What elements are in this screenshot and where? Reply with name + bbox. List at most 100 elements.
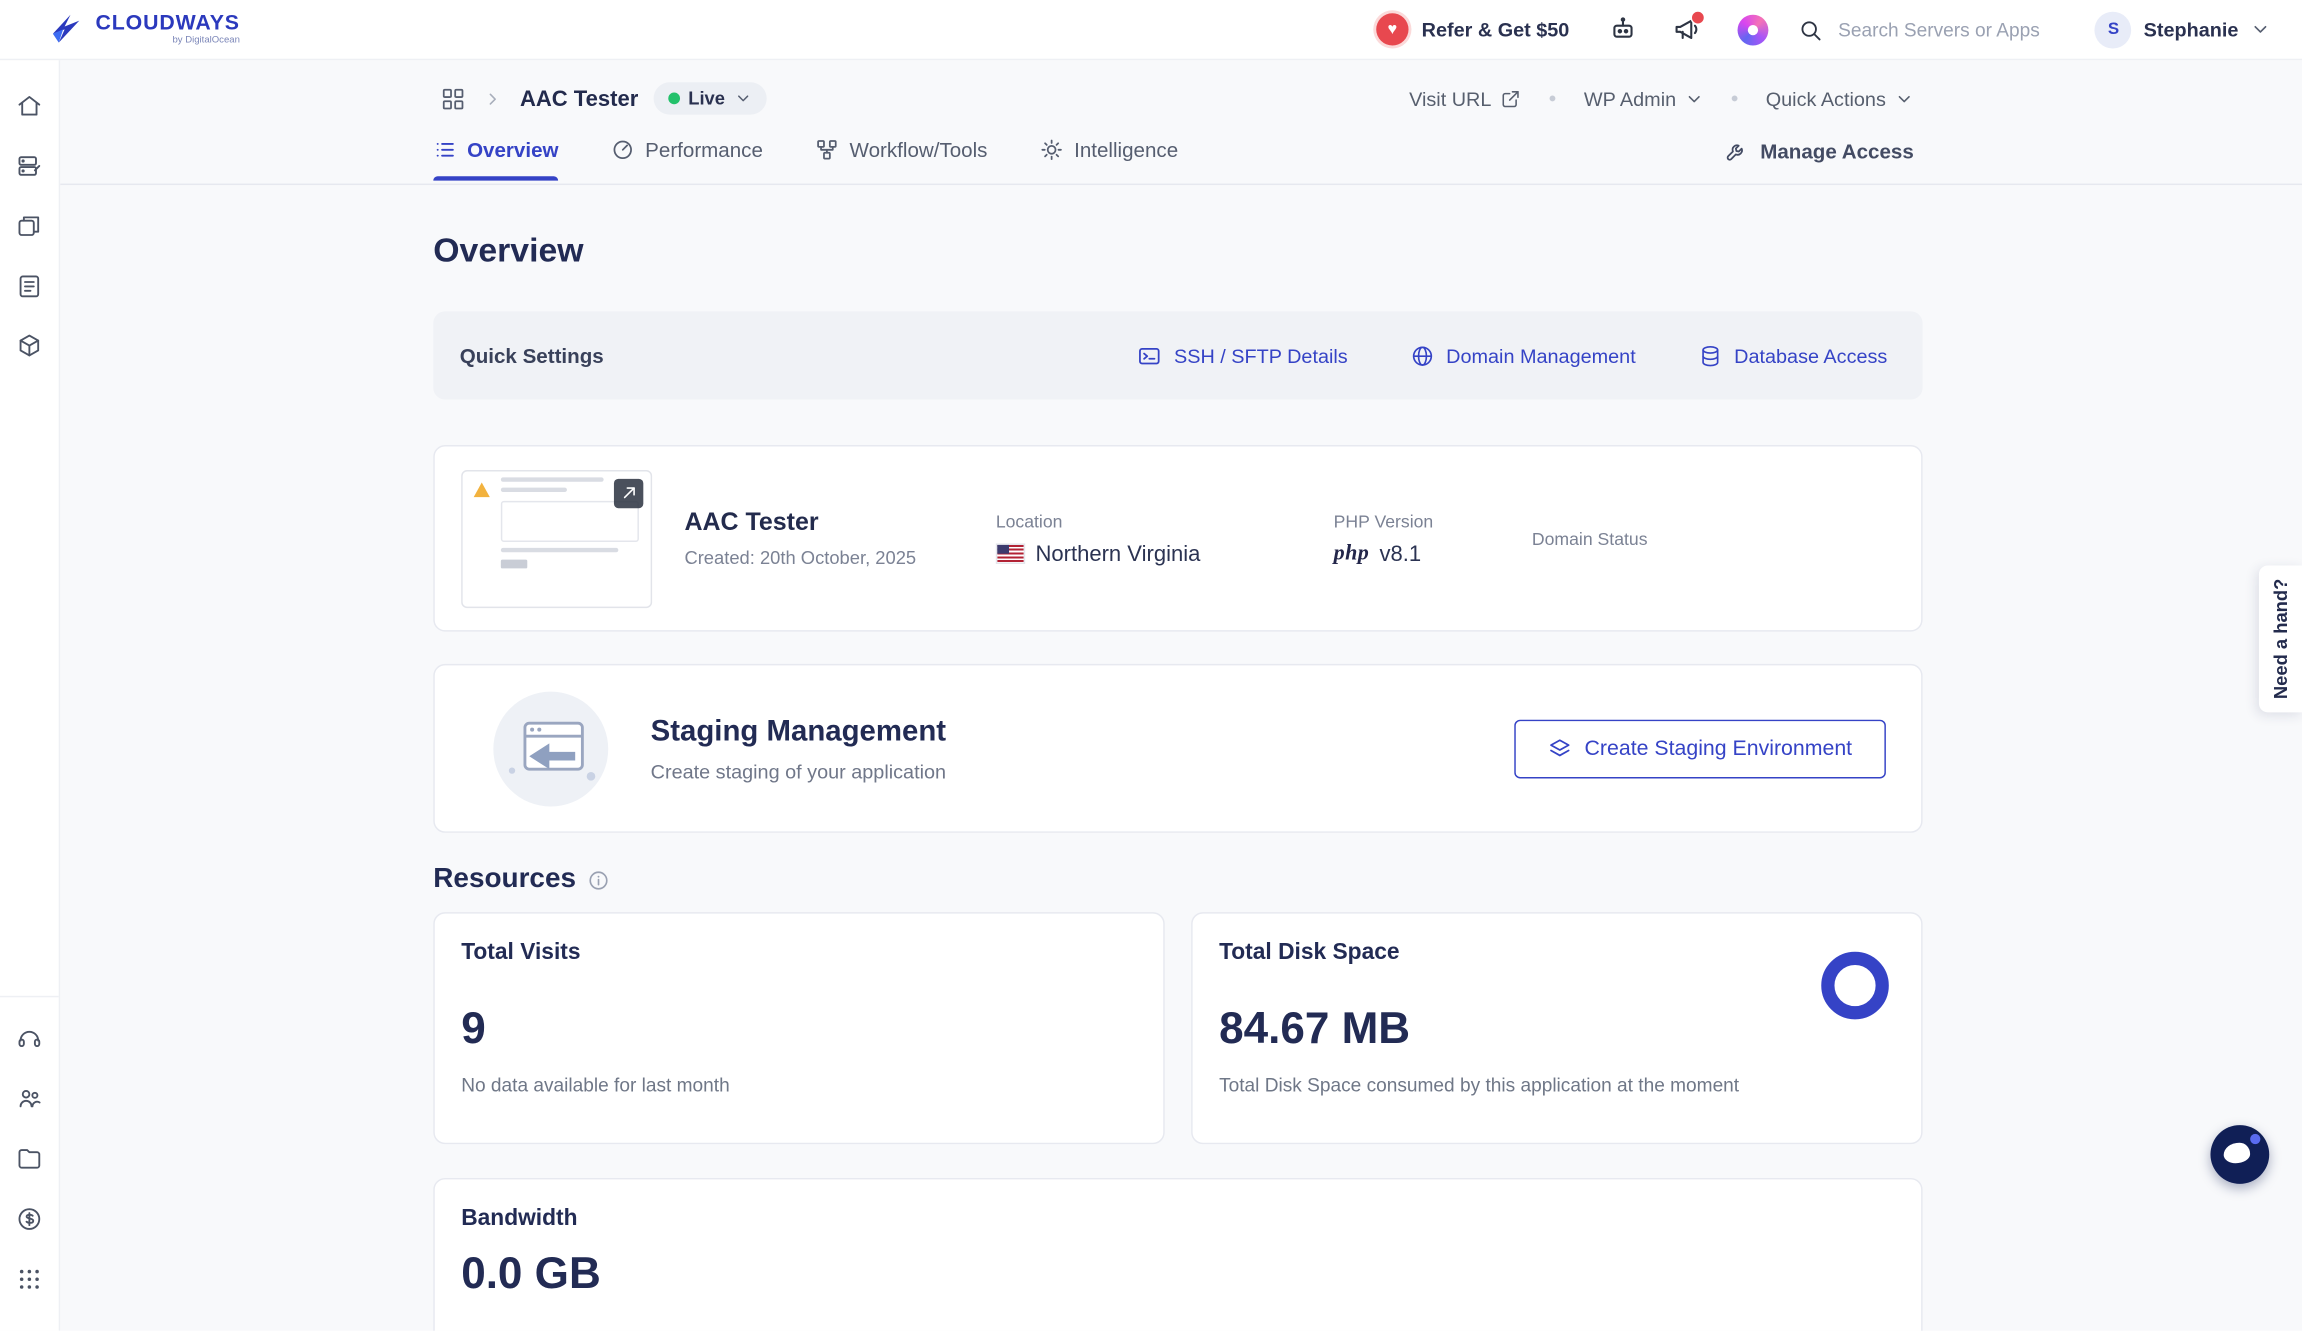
resources-info-button[interactable] bbox=[588, 869, 610, 891]
domain-management-label: Domain Management bbox=[1446, 344, 1636, 366]
search-input[interactable] bbox=[1835, 17, 2069, 42]
need-a-hand-label: Need a hand? bbox=[2271, 579, 2292, 699]
database-access-label: Database Access bbox=[1734, 344, 1887, 366]
domain-management-link[interactable]: Domain Management bbox=[1401, 341, 1645, 369]
app-info: AAC Tester Created: 20th October, 2025 bbox=[684, 508, 995, 568]
sidebar-item-applications[interactable] bbox=[6, 203, 53, 250]
bot-assistant-button[interactable] bbox=[1605, 10, 1643, 48]
user-name: Stephanie bbox=[2144, 18, 2239, 40]
home-icon bbox=[16, 93, 42, 119]
expand-icon bbox=[621, 485, 637, 501]
tab-performance[interactable]: Performance bbox=[611, 138, 763, 179]
search-icon bbox=[1798, 17, 1823, 42]
total-visits-card: Total Visits 9 No data available for las… bbox=[433, 912, 1164, 1144]
copilot-icon bbox=[1738, 14, 1769, 45]
create-staging-button[interactable]: Create Staging Environment bbox=[1514, 719, 1886, 778]
announcements-button[interactable] bbox=[1669, 10, 1707, 48]
gauge-icon bbox=[611, 138, 635, 162]
app-thumbnail bbox=[461, 469, 652, 607]
tab-intelligence[interactable]: Intelligence bbox=[1040, 138, 1178, 179]
tab-workflow-tools[interactable]: Workflow/Tools bbox=[816, 138, 988, 179]
app-name-title: AAC Tester bbox=[520, 86, 638, 111]
total-visits-value: 9 bbox=[461, 1005, 1137, 1055]
copilot-button[interactable] bbox=[1734, 10, 1772, 48]
tabs-bar: Overview Performance Workflow/Tools Inte… bbox=[59, 138, 2302, 185]
warning-triangle-icon bbox=[473, 481, 491, 497]
sidebar-item-servers[interactable] bbox=[6, 142, 53, 189]
header-actions: ♥ Refer & Get $50 bbox=[1367, 10, 2302, 48]
sidebar-item-billing[interactable] bbox=[6, 1196, 53, 1243]
refer-button[interactable]: ♥ Refer & Get $50 bbox=[1367, 12, 1578, 47]
live-dot-icon bbox=[668, 93, 680, 105]
status-label: Live bbox=[688, 88, 725, 109]
quick-actions-button[interactable]: Quick Actions bbox=[1757, 86, 1923, 111]
cloudways-dashboard: CLOUDWAYS by DigitalOcean ♥ Refer & Get … bbox=[0, 0, 2302, 1331]
database-access-link[interactable]: Database Access bbox=[1689, 341, 1897, 369]
status-badge[interactable]: Live bbox=[653, 82, 766, 114]
domain-status-column: Domain Status bbox=[1532, 528, 1648, 549]
resources-title: Resources bbox=[433, 864, 576, 896]
ssh-sftp-link[interactable]: SSH / SFTP Details bbox=[1128, 341, 1356, 369]
total-visits-title: Total Visits bbox=[461, 940, 1137, 966]
terminal-icon bbox=[1137, 343, 1162, 368]
chat-widget-button[interactable] bbox=[2210, 1125, 2269, 1184]
sidebar-item-home[interactable] bbox=[6, 82, 53, 129]
quick-settings-bar: Quick Settings SSH / SFTP Details Domain… bbox=[433, 311, 1922, 399]
top-header: CLOUDWAYS by DigitalOcean ♥ Refer & Get … bbox=[0, 0, 2302, 60]
separator-dot bbox=[1732, 95, 1738, 101]
staging-card: Staging Management Create staging of you… bbox=[433, 664, 1922, 833]
chevron-down-icon bbox=[734, 90, 752, 108]
apps-grid-breadcrumb-button[interactable] bbox=[433, 79, 471, 117]
tab-intelligence-label: Intelligence bbox=[1074, 138, 1178, 162]
staging-illustration-icon bbox=[486, 684, 615, 813]
separator-dot bbox=[1550, 95, 1556, 101]
need-a-hand-tab[interactable]: Need a hand? bbox=[2259, 565, 2302, 712]
document-icon bbox=[16, 273, 42, 299]
grid-icon bbox=[440, 86, 465, 111]
user-menu[interactable]: S Stephanie bbox=[2095, 11, 2271, 48]
location-value: Northern Virginia bbox=[1035, 541, 1200, 566]
visit-url-button[interactable]: Visit URL bbox=[1400, 86, 1531, 111]
tab-overview[interactable]: Overview bbox=[433, 138, 558, 179]
sidebar-item-team[interactable] bbox=[6, 1075, 53, 1122]
avatar: S bbox=[2095, 11, 2132, 48]
main-area: AAC Tester Live Visit URL WP Admin bbox=[59, 59, 2302, 1331]
manage-access-button[interactable]: Manage Access bbox=[1716, 138, 1922, 181]
sidebar-item-apps-grid[interactable] bbox=[6, 1256, 53, 1303]
info-icon bbox=[588, 869, 610, 891]
app-summary-card: AAC Tester Created: 20th October, 2025 L… bbox=[433, 445, 1922, 632]
php-version-value: v8.1 bbox=[1380, 541, 1422, 566]
sidebar-item-support[interactable] bbox=[6, 1015, 53, 1062]
left-sidebar bbox=[0, 59, 60, 1331]
notification-dot bbox=[1691, 10, 1706, 25]
tab-overview-label: Overview bbox=[467, 138, 558, 162]
wrench-icon bbox=[1725, 140, 1749, 164]
page-title: Overview bbox=[433, 226, 1922, 273]
staging-subtitle: Create staging of your application bbox=[651, 760, 946, 782]
sidebar-item-projects[interactable] bbox=[6, 1135, 53, 1182]
php-version-label: PHP Version bbox=[1334, 510, 1532, 531]
page-content: Overview Quick Settings SSH / SFTP Detai… bbox=[433, 185, 1922, 1331]
sidebar-item-logs[interactable] bbox=[6, 263, 53, 310]
sidebar-bottom-group bbox=[0, 996, 59, 1331]
wp-admin-button[interactable]: WP Admin bbox=[1575, 86, 1713, 111]
logo-title: CLOUDWAYS bbox=[95, 12, 239, 33]
disk-usage-donut bbox=[1821, 952, 1889, 1020]
resources-header: Resources bbox=[433, 864, 1922, 896]
bandwidth-card: Bandwidth 0.0 GB bbox=[433, 1178, 1922, 1331]
tab-workflow-label: Workflow/Tools bbox=[850, 138, 988, 162]
app-created-date: Created: 20th October, 2025 bbox=[684, 548, 995, 569]
brightness-icon bbox=[1040, 138, 1064, 162]
cube-icon bbox=[16, 333, 42, 359]
database-icon bbox=[1697, 343, 1722, 368]
disk-space-title: Total Disk Space bbox=[1219, 940, 1895, 966]
ssh-sftp-label: SSH / SFTP Details bbox=[1174, 344, 1348, 366]
sidebar-item-addons[interactable] bbox=[6, 323, 53, 370]
layers-icon bbox=[1548, 737, 1572, 761]
heart-icon: ♥ bbox=[1376, 13, 1408, 45]
cloudways-logo[interactable]: CLOUDWAYS by DigitalOcean bbox=[0, 12, 240, 47]
expand-thumbnail-button[interactable] bbox=[614, 478, 643, 507]
external-link-icon bbox=[1500, 87, 1522, 109]
visit-url-label: Visit URL bbox=[1409, 87, 1491, 109]
php-logo: php bbox=[1334, 541, 1370, 566]
